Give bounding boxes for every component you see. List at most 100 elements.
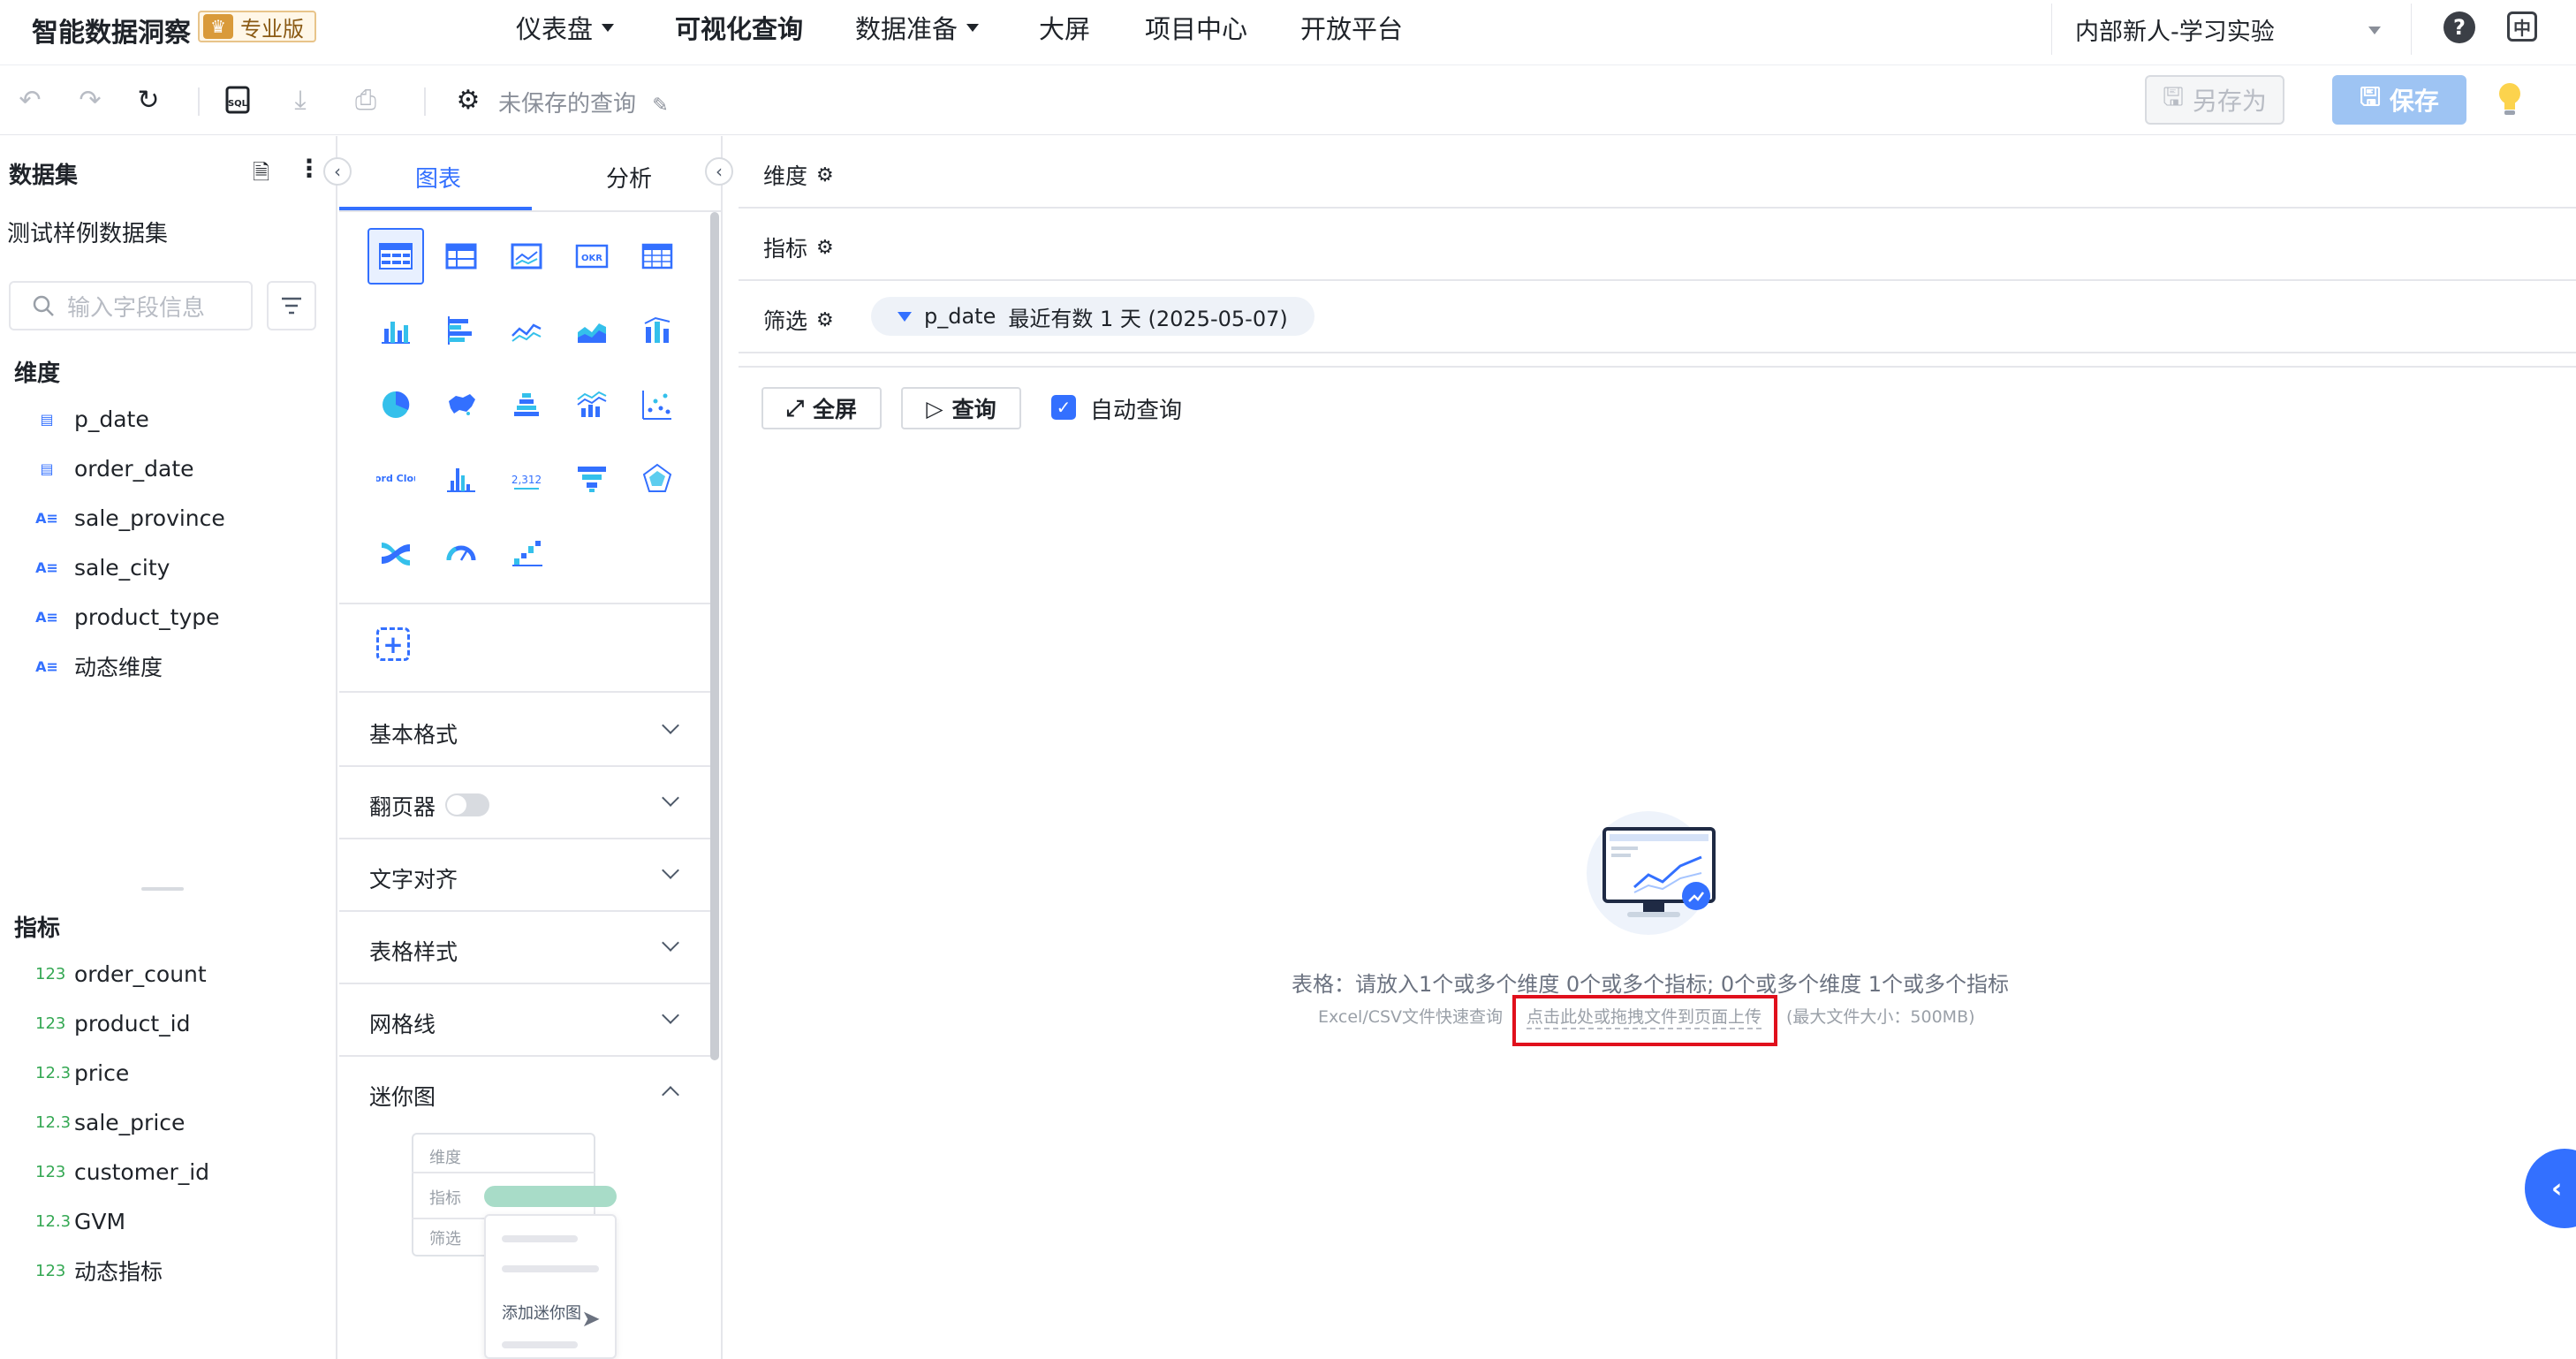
project-select-value: 内部新人-学习实验 (2075, 18, 2275, 46)
chevron-down-icon[interactable] (662, 862, 679, 879)
area-chart-icon[interactable] (564, 302, 620, 359)
nav-project-center[interactable]: 项目中心 (1145, 9, 1247, 46)
dimension-field[interactable]: ▤ order_date (35, 451, 194, 486)
bar-chart-icon[interactable] (367, 302, 424, 359)
metric-field[interactable]: 12.3 sale_price (35, 1105, 185, 1140)
metric-field[interactable]: 123 order_count (35, 956, 207, 991)
pager-toggle[interactable] (445, 793, 489, 816)
more-options-icon[interactable]: ⋮ (297, 154, 322, 183)
redo-icon[interactable]: ↷ (72, 82, 108, 118)
integer-icon: 123 (35, 1014, 66, 1033)
dimension-field[interactable]: A≡ 动态维度 (35, 649, 163, 684)
sql-icon[interactable]: SQL (221, 82, 256, 118)
dimension-field[interactable]: A≡ product_type (35, 599, 219, 634)
chevron-down-icon[interactable] (662, 717, 679, 734)
filter-chip[interactable]: p_date 最近有数 1 天 (2025-05-07) (871, 297, 1315, 336)
detail-table-icon[interactable] (629, 228, 686, 285)
auto-query-checkbox[interactable]: ✓ (1051, 395, 1076, 420)
horizontal-bar-icon[interactable] (433, 302, 489, 359)
chevron-down-icon[interactable] (662, 934, 679, 952)
dimension-field[interactable]: ▤ p_date (35, 401, 148, 437)
nav-open-platform[interactable]: 开放平台 (1300, 9, 1403, 46)
dimension-field[interactable]: A≡ sale_city (35, 550, 170, 585)
nav-big-screen[interactable]: 大屏 (1039, 9, 1090, 46)
okr-icon[interactable]: OKR (564, 228, 620, 285)
run-query-button[interactable]: ▷ 查询 (901, 387, 1021, 429)
nav-visual-query[interactable]: 可视化查询 (675, 9, 803, 46)
dimension-drop-zone[interactable]: 维度 ⚙ (739, 136, 2576, 209)
upload-size-note: (最大文件大小：500MB) (1786, 1007, 1975, 1027)
pie-chart-icon[interactable] (367, 376, 424, 433)
integer-icon: 123 (35, 1162, 66, 1181)
lightbulb-icon[interactable] (2495, 80, 2525, 119)
chevron-down-icon[interactable] (662, 789, 679, 807)
step-chart-icon[interactable] (498, 525, 555, 581)
line-chart-icon[interactable] (498, 302, 555, 359)
new-file-icon[interactable]: 🗎 (253, 157, 269, 194)
settings-gear-icon[interactable]: ⚙ (451, 82, 486, 118)
gear-icon[interactable]: ⚙ (816, 237, 834, 259)
download-icon[interactable]: ⤓ (283, 82, 318, 118)
filter-drop-zone[interactable]: 筛选 ⚙ p_date 最近有数 1 天 (2025-05-07) (739, 281, 2576, 353)
project-select[interactable]: 内部新人-学习实验 (2051, 4, 2412, 55)
metric-field[interactable]: 12.3 price (35, 1055, 129, 1090)
histogram-icon[interactable] (433, 451, 489, 507)
stacked-bar-icon[interactable] (498, 376, 555, 433)
tab-analysis[interactable]: 分析 (606, 161, 652, 194)
query-name[interactable]: 未保存的查询 ✎ (498, 86, 669, 118)
metric-field[interactable]: 123 customer_id (35, 1154, 209, 1189)
fullscreen-button[interactable]: ⤢ 全屏 (761, 387, 882, 429)
panel-scrollbar[interactable] (710, 212, 719, 1060)
combo-chart-icon[interactable] (629, 302, 686, 359)
help-icon[interactable]: ? (2443, 11, 2475, 43)
section-sparkline[interactable]: 迷你图 (369, 1080, 436, 1112)
add-chart-plus-icon[interactable]: + (376, 627, 410, 661)
pivot-table-icon[interactable] (433, 228, 489, 285)
edit-pencil-icon[interactable]: ✎ (652, 95, 668, 117)
gear-icon[interactable]: ⚙ (816, 164, 834, 186)
metric-field[interactable]: 123 product_id (35, 1006, 190, 1041)
caret-down-icon[interactable] (898, 311, 912, 322)
section-basic-format[interactable]: 基本格式 (369, 717, 458, 749)
metric-field[interactable]: 123 动态指标 (35, 1253, 163, 1288)
metric-drop-zone[interactable]: 指标 ⚙ (739, 209, 2576, 281)
word-cloud-icon[interactable]: Word Cloud (367, 451, 424, 507)
refresh-icon[interactable]: ↻ (131, 82, 166, 118)
gauge-icon[interactable] (433, 525, 489, 581)
auto-query-label[interactable]: 自动查询 (1090, 392, 1182, 425)
sankey-icon[interactable] (367, 525, 424, 581)
table-icon[interactable] (367, 228, 424, 285)
dimension-field[interactable]: A≡ sale_province (35, 500, 225, 535)
chevron-up-icon[interactable] (662, 1086, 679, 1104)
line-table-icon[interactable] (498, 228, 555, 285)
nav-data-prep-label: 数据准备 (855, 14, 958, 44)
tab-chart[interactable]: 图表 (415, 161, 461, 194)
query-toolbar: ↶ ↷ ↻ SQL ⤓ ⎙ ⚙ 未保存的查询 ✎ 🖫 另存为 🖫 保存 (0, 66, 2576, 135)
section-pager[interactable]: 翻页器 (369, 790, 436, 822)
radar-icon[interactable] (629, 451, 686, 507)
dataset-name[interactable]: 测试样例数据集 (7, 216, 168, 248)
nav-dashboard[interactable]: 仪表盘 (516, 9, 615, 46)
funnel-icon[interactable] (564, 451, 620, 507)
gear-icon[interactable]: ⚙ (816, 309, 834, 331)
metric-field[interactable]: 12.3 GVM (35, 1203, 125, 1239)
app-brand[interactable]: 智能数据洞察 (32, 11, 191, 49)
section-table-style[interactable]: 表格样式 (369, 935, 458, 967)
export-icon[interactable]: ⎙ (348, 82, 383, 118)
kpi-number-icon[interactable]: 2,312 (498, 451, 555, 507)
scatter-icon[interactable] (629, 376, 686, 433)
save-as-button[interactable]: 🖫 另存为 (2145, 75, 2284, 125)
chevron-down-icon[interactable] (662, 1006, 679, 1024)
multi-line-icon[interactable] (564, 376, 620, 433)
section-grid-lines[interactable]: 网格线 (369, 1007, 436, 1039)
field-filter-button[interactable] (267, 281, 316, 330)
panel-resize-handle[interactable] (141, 887, 184, 891)
nav-data-prep[interactable]: 数据准备 (855, 9, 980, 46)
map-icon[interactable] (433, 376, 489, 433)
field-search-input[interactable]: 输入字段信息 (9, 281, 253, 330)
save-button[interactable]: 🖫 保存 (2332, 75, 2466, 125)
section-text-align[interactable]: 文字对齐 (369, 862, 458, 894)
language-switch-icon[interactable]: 中 (2507, 11, 2537, 42)
undo-icon[interactable]: ↶ (12, 82, 48, 118)
field-name: order_date (74, 455, 194, 482)
